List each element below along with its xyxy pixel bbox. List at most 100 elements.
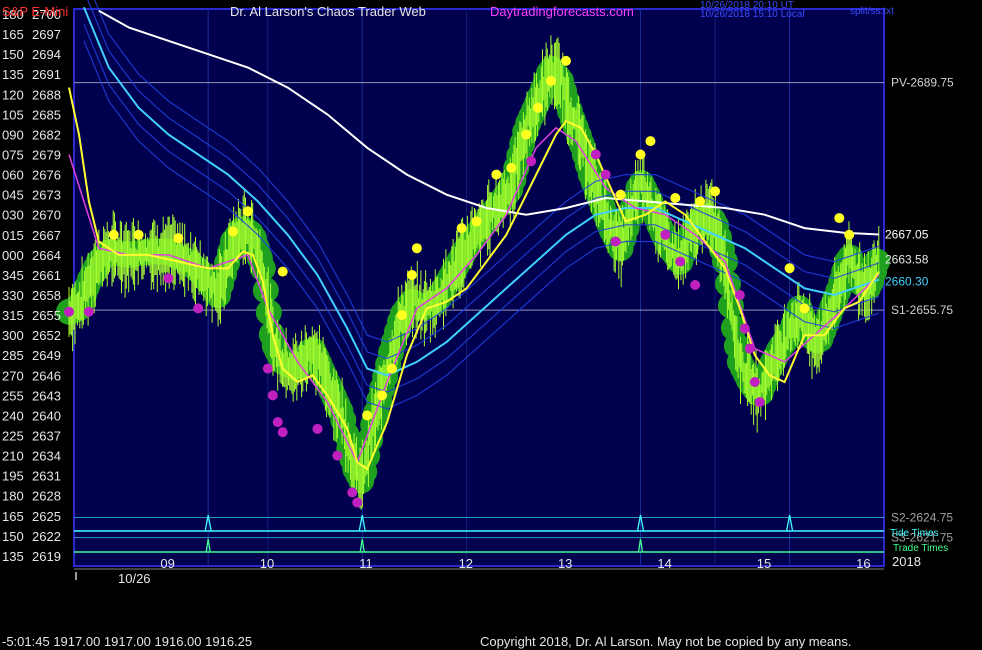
- high-dot: [784, 263, 795, 274]
- angle-tick-label: 015: [2, 228, 24, 243]
- price-tick-label: 2652: [32, 328, 61, 343]
- high-dot: [396, 310, 407, 321]
- angle-tick-label: 180: [2, 489, 24, 504]
- hour-tick-label: 09: [160, 556, 174, 571]
- end-value-label: 2663.58: [885, 253, 929, 267]
- angle-tick-label: 165: [2, 509, 24, 524]
- angle-tick-label: 120: [2, 87, 24, 102]
- end-value-label: 2660.30: [885, 275, 929, 289]
- high-dot: [173, 233, 184, 244]
- high-dot: [362, 410, 373, 421]
- low-dot: [262, 363, 273, 374]
- high-dot: [228, 226, 239, 237]
- low-dot: [352, 497, 363, 508]
- angle-tick-label: 240: [2, 408, 24, 423]
- low-dot: [347, 487, 358, 498]
- high-dot: [242, 206, 253, 217]
- angle-tick-label: 135: [2, 67, 24, 82]
- price-tick-label: 2688: [32, 87, 61, 102]
- low-dot: [690, 279, 701, 290]
- year-label: 2018: [892, 554, 921, 569]
- price-tick-label: 2691: [32, 67, 61, 82]
- price-tick-label: 2682: [32, 127, 61, 142]
- low-dot: [610, 236, 621, 247]
- price-tick-label: 2676: [32, 168, 61, 183]
- high-dot: [645, 136, 656, 147]
- copyright: Copyright 2018, Dr. Al Larson. May not b…: [480, 634, 851, 649]
- high-dot: [521, 129, 532, 140]
- angle-tick-label: 075: [2, 148, 24, 163]
- low-dot: [754, 397, 765, 408]
- low-dot: [526, 156, 537, 167]
- high-dot: [133, 229, 144, 240]
- level-label: S2-2624.75: [891, 510, 953, 524]
- angle-tick-label: 315: [2, 308, 24, 323]
- tide-times-label: Tide Times: [890, 528, 939, 539]
- high-dot: [387, 363, 398, 374]
- price-tick-label: 2661: [32, 268, 61, 283]
- high-dot: [471, 216, 482, 227]
- low-dot: [64, 306, 75, 317]
- high-dot: [615, 189, 626, 200]
- high-dot: [710, 186, 721, 197]
- low-dot: [312, 423, 323, 434]
- price-tick-label: 2631: [32, 469, 61, 484]
- angle-tick-label: 255: [2, 388, 24, 403]
- y-axis: 180 2700165 2697150 2694135 2691120 2688105 26…: [2, 7, 61, 564]
- high-dot: [406, 269, 417, 280]
- angle-tick-label: 210: [2, 449, 24, 464]
- high-dot: [491, 169, 502, 180]
- price-tick-label: 2640: [32, 408, 61, 423]
- price-tick-label: 2655: [32, 308, 61, 323]
- low-dot: [193, 303, 204, 314]
- low-dot: [600, 169, 611, 180]
- high-dot: [411, 243, 422, 254]
- angle-tick-label: 165: [2, 27, 24, 42]
- angle-tick-label: 090: [2, 127, 24, 142]
- price-tick-label: 2637: [32, 429, 61, 444]
- angle-tick-label: 105: [2, 107, 24, 122]
- price-tick-label: 2667: [32, 228, 61, 243]
- high-dot: [533, 102, 544, 113]
- price-tick-label: 2622: [32, 529, 61, 544]
- price-tick-label: 2628: [32, 489, 61, 504]
- price-tick-label: 2679: [32, 148, 61, 163]
- price-tick-label: 2697: [32, 27, 61, 42]
- site-title: Dr. Al Larson's Chaos Trader Web: [230, 4, 426, 19]
- low-dot: [675, 256, 686, 267]
- high-dot: [834, 213, 845, 224]
- price-tick-label: 2649: [32, 348, 61, 363]
- angle-tick-label: 150: [2, 529, 24, 544]
- site-url[interactable]: Daytradingforecasts.com: [490, 4, 634, 19]
- angle-tick-label: 300: [2, 328, 24, 343]
- hour-tick-label: 11: [359, 556, 373, 571]
- low-dot: [163, 273, 174, 284]
- status-readout: -5:01:45 1917.00 1917.00 1916.00 1916.25: [2, 634, 252, 649]
- angle-tick-label: 285: [2, 348, 24, 363]
- timestamp-local: 10/26/2018 15:10 Local: [700, 9, 805, 20]
- hour-tick-label: 10: [260, 556, 274, 571]
- high-dot: [670, 193, 681, 204]
- price-tick-label: 2619: [32, 549, 61, 564]
- level-label: S1-2655.75: [891, 303, 953, 317]
- low-dot: [660, 229, 671, 240]
- low-dot: [749, 377, 760, 388]
- angle-tick-label: 195: [2, 469, 24, 484]
- high-dot: [635, 149, 646, 160]
- low-dot: [744, 343, 755, 354]
- high-dot: [799, 303, 810, 314]
- high-dot: [277, 266, 288, 277]
- high-dot: [456, 223, 467, 234]
- angle-tick-label: 330: [2, 288, 24, 303]
- trade-times-label: Trade Times: [893, 543, 948, 554]
- high-dot: [377, 390, 388, 401]
- high-dot: [546, 75, 557, 86]
- price-tick-label: 2643: [32, 388, 61, 403]
- angle-tick-label: 030: [2, 208, 24, 223]
- low-dot: [83, 306, 94, 317]
- angle-tick-label: 135: [2, 549, 24, 564]
- hour-tick-label: 15: [757, 556, 771, 571]
- instrument-title: S&P E-Mini: [2, 4, 68, 19]
- price-tick-label: 2625: [32, 509, 61, 524]
- low-dot: [332, 450, 343, 461]
